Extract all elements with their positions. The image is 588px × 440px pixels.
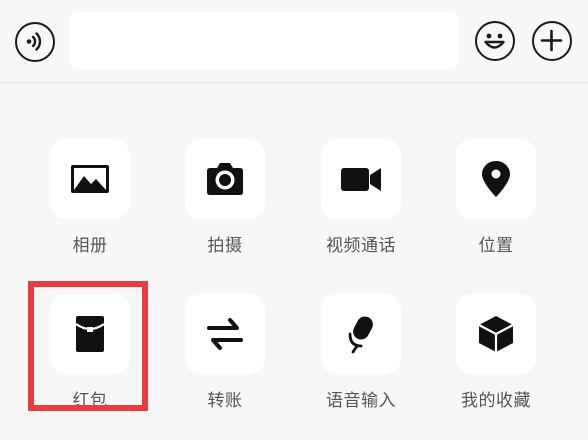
red-envelope-highlight-frame [28,281,148,411]
image-icon [71,165,109,193]
tile-album[interactable]: 相册 [26,139,146,259]
location-pin-icon [482,161,510,197]
tile-location-box[interactable] [456,139,536,219]
tile-video-call-label: 视频通话 [326,236,396,256]
video-camera-icon [341,168,381,191]
tile-album-box[interactable] [50,139,130,219]
camera-icon [207,163,243,195]
tile-camera[interactable]: 拍摄 [161,139,281,259]
tile-location-label: 位置 [478,236,514,256]
smiley-icon [484,33,505,49]
chat-input-bar [0,0,588,83]
tile-album-label: 相册 [72,236,108,256]
chat-input-screen: 相册 拍摄 视频通话 位置 红包 转账 语音输入 我的收藏 [0,0,588,440]
tile-transfer[interactable]: 转账 [161,294,281,414]
tile-voice-input-label: 语音输入 [326,391,396,411]
plus-icon [540,29,563,52]
tile-transfer-label: 转账 [207,391,243,411]
emoji-button[interactable] [475,21,515,61]
tile-camera-label: 拍摄 [207,236,243,256]
microphone-icon [348,316,373,354]
tile-voice-input[interactable]: 语音输入 [297,294,417,414]
transfer-arrows-icon [207,318,243,350]
voice-wave-icon [26,32,42,51]
tile-favorites-label: 我的收藏 [461,391,531,411]
tile-favorites[interactable]: 我的收藏 [432,294,552,414]
tile-transfer-box[interactable] [185,294,265,374]
tile-video-call[interactable]: 视频通话 [297,139,417,259]
cube-icon [478,316,514,352]
tile-voice-input-box[interactable] [321,294,401,374]
message-input[interactable] [70,12,458,69]
tile-video-call-box[interactable] [321,139,401,219]
more-functions-button[interactable] [532,21,572,61]
voice-button[interactable] [15,22,55,62]
tile-favorites-box[interactable] [456,294,536,374]
tile-location[interactable]: 位置 [432,139,552,259]
tile-camera-box[interactable] [185,139,265,219]
